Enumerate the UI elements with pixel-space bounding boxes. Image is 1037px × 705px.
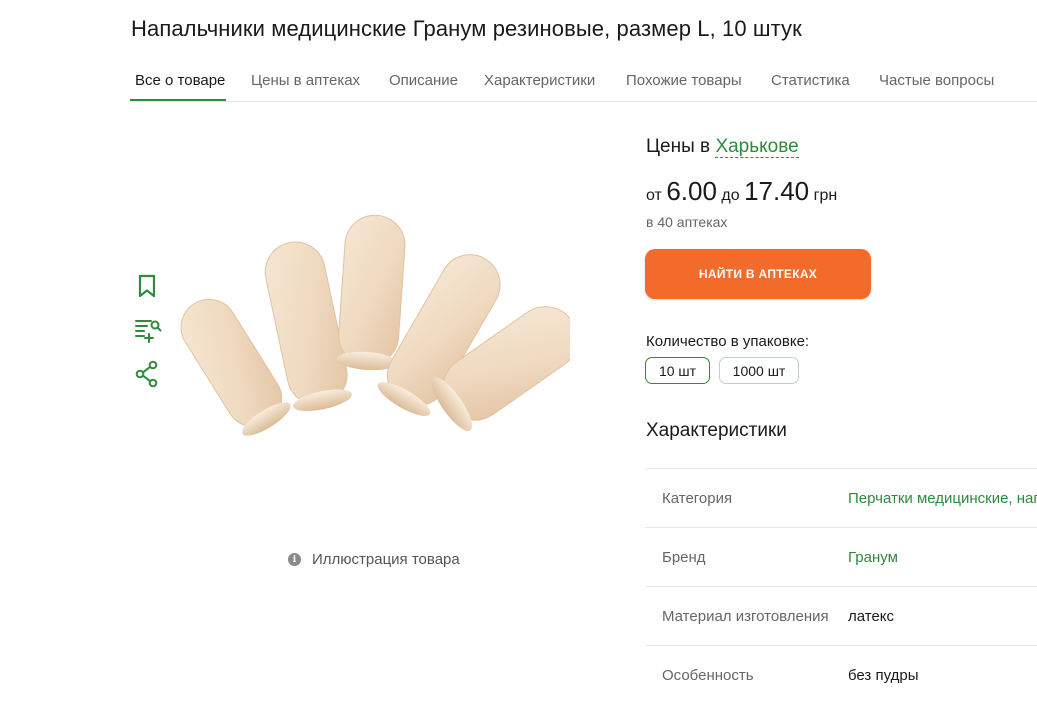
table-row: Бренд Гранум [645, 527, 1037, 586]
tab-all-about-product[interactable]: Все о товаре [135, 72, 225, 89]
info-icon: i [288, 553, 301, 566]
characteristic-key: Материал изготовления [662, 608, 829, 625]
category-link[interactable]: Перчатки медицинские, нап [848, 490, 1037, 507]
tab-prices-in-pharmacies[interactable]: Цены в аптеках [251, 72, 360, 89]
tab-similar-products[interactable]: Похожие товары [626, 72, 742, 89]
characteristic-key: Особенность [662, 667, 754, 684]
prices-label-text: Цены в [646, 136, 711, 157]
quantity-option-10[interactable]: 10 шт [645, 357, 710, 384]
characteristic-value: без пудры [848, 667, 919, 684]
tab-faq[interactable]: Частые вопросы [879, 72, 994, 89]
illustration-note-text: Иллюстрация товара [312, 551, 460, 568]
table-row: Материал изготовления латекс [645, 586, 1037, 645]
characteristic-key: Бренд [662, 549, 706, 566]
tab-statistics[interactable]: Статистика [771, 72, 850, 89]
illustration-note: i Иллюстрация товара [288, 551, 460, 568]
price-range: от 6.00 до 17.40 грн [646, 176, 837, 207]
add-to-list-icon[interactable] [134, 316, 162, 344]
table-row: Категория Перчатки медицинские, нап [645, 468, 1037, 527]
prices-heading: Цены в Харькове [646, 136, 799, 158]
characteristic-key: Категория [662, 490, 733, 507]
product-image [180, 210, 578, 455]
price-max: 17.40 [744, 176, 810, 206]
price-min: 6.00 [666, 176, 717, 206]
characteristic-value: латекс [848, 608, 895, 625]
price-currency: грн [813, 187, 838, 204]
characteristics-heading: Характеристики [646, 420, 787, 441]
price-from-word: от [646, 187, 662, 204]
tab-characteristics[interactable]: Характеристики [484, 72, 595, 89]
pharmacy-count: в 40 аптеках [646, 214, 728, 230]
active-tab-indicator [130, 99, 226, 101]
product-tabs: Все о товаре Цены в аптеках Описание Хар… [130, 62, 1037, 102]
brand-link[interactable]: Гранум [848, 549, 1037, 566]
tab-description[interactable]: Описание [389, 72, 458, 89]
quantity-label: Количество в упаковке: [646, 333, 810, 350]
city-selector-link[interactable]: Харькове [715, 136, 799, 158]
price-to-word: до [721, 187, 740, 204]
share-icon[interactable] [134, 360, 162, 388]
find-in-pharmacies-button[interactable]: НАЙТИ В АПТЕКАХ [645, 249, 871, 299]
quantity-option-1000[interactable]: 1000 шт [719, 357, 799, 384]
page-title: Напальчники медицинские Гранум резиновые… [131, 16, 802, 41]
table-row: Особенность без пудры [645, 645, 1037, 704]
bookmark-icon[interactable] [134, 272, 162, 300]
characteristics-table: Категория Перчатки медицинские, нап Брен… [645, 468, 1037, 704]
